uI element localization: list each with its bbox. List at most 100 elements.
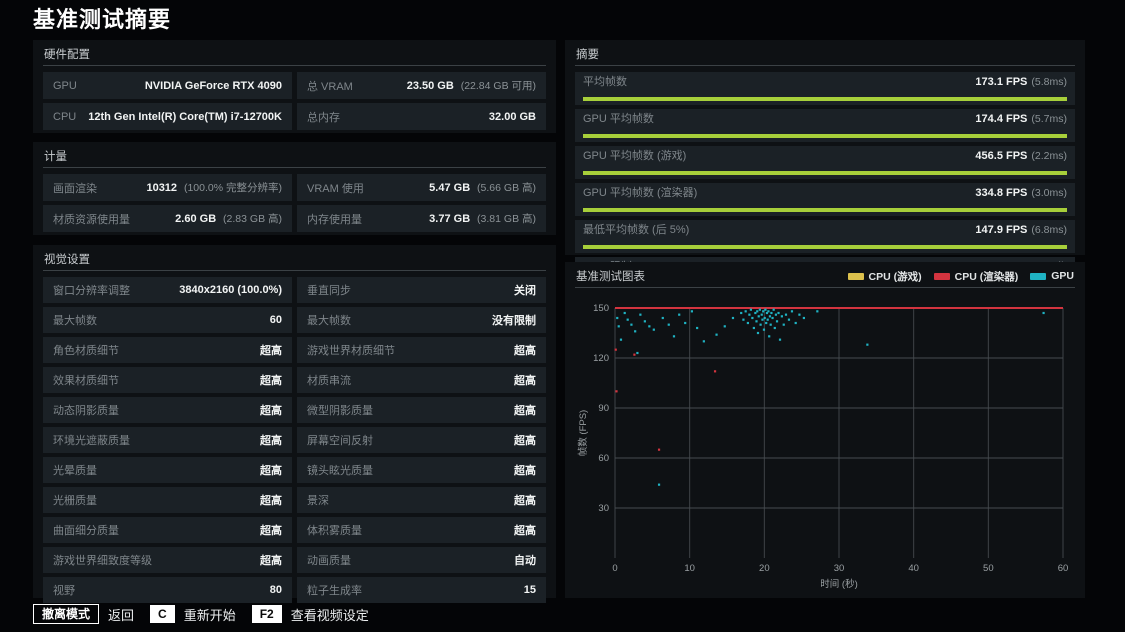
- metrics-cells: 画面渲染 10312 (100.0% 完整分辨率) VRAM 使用 5.47 GB (…: [33, 168, 556, 238]
- data-point: [773, 326, 776, 330]
- setting-label: 微型阴影质量: [307, 405, 373, 417]
- metric-value: 10312 (100.0% 完整分辨率): [146, 182, 282, 194]
- hardware-cell: 总 VRAM 23.50 GB (22.84 GB 可用): [297, 72, 546, 99]
- setting-label: 动态阴影质量: [53, 405, 119, 417]
- metric-value: 3.77 GB (3.81 GB 高): [429, 213, 536, 225]
- data-point: [648, 325, 651, 328]
- x-tick-label: 40: [908, 563, 919, 574]
- y-tick-label: 90: [598, 403, 609, 414]
- setting-cell: 材质串流 超高: [297, 367, 546, 393]
- summary-bar-fill: [583, 245, 1067, 249]
- summary-row-note: (2.2ms): [1031, 150, 1067, 162]
- setting-cell: 环境光遮蔽质量 超高: [43, 427, 292, 453]
- y-axis-label: 帧数 (FPS): [577, 410, 589, 456]
- setting-cell: 游戏世界细致度等级 超高: [43, 547, 292, 573]
- summary-row-value: 456.5 FPS: [975, 150, 1028, 162]
- data-point: [630, 323, 633, 326]
- setting-cell: 曲面细分质量 超高: [43, 517, 292, 543]
- data-point: [772, 308, 775, 311]
- footer-action[interactable]: C 重新开始: [150, 605, 236, 624]
- data-point: [634, 330, 637, 333]
- chart-panel-title: 基准测试图表: [576, 271, 645, 283]
- setting-value: 超高: [514, 375, 536, 387]
- footer-action[interactable]: F2 查看视频设定: [251, 605, 369, 624]
- metric-value-note: (2.83 GB 高): [220, 213, 282, 225]
- data-point: [780, 315, 783, 318]
- setting-value: 超高: [260, 465, 282, 477]
- hardware-value: NVIDIA GeForce RTX 4090: [144, 79, 282, 92]
- setting-value: 超高: [514, 345, 536, 357]
- summary-row-note: (3.0ms): [1031, 187, 1067, 199]
- metrics-panel-title: 计量: [44, 151, 67, 163]
- summary-row-label-group: 平均帧数: [583, 75, 627, 90]
- metric-label: VRAM 使用: [307, 182, 364, 195]
- setting-value: 超高: [260, 495, 282, 507]
- setting-value: 超高: [260, 405, 282, 417]
- summary-row: GPU 平均帧数 (渲染器) 334.8 FPS (3.0ms): [575, 183, 1075, 216]
- keycap: C: [150, 605, 175, 623]
- setting-cell: 景深 超高: [297, 487, 546, 513]
- data-point: [767, 310, 770, 313]
- metric-cell: VRAM 使用 5.47 GB (5.66 GB 高): [297, 174, 546, 201]
- data-point: [619, 338, 623, 341]
- data-point: [762, 310, 765, 313]
- setting-value: 60: [269, 314, 282, 326]
- setting-cell: 动画质量 自动: [297, 547, 546, 573]
- footer-action[interactable]: 撤离模式 返回: [33, 604, 134, 624]
- data-point: [782, 323, 785, 326]
- data-point: [633, 353, 636, 356]
- data-point: [749, 308, 752, 311]
- data-point: [1042, 311, 1045, 315]
- setting-cell: 垂直同步 关闭: [297, 277, 546, 303]
- metrics-panel: 计量 画面渲染 10312 (100.0% 完整分辨率) VRAM 使用 5.47 G…: [33, 142, 556, 235]
- data-point: [690, 310, 694, 313]
- y-tick-label: 30: [598, 503, 609, 514]
- keycap: F2: [251, 605, 282, 623]
- summary-row-top: 最低平均帧数 (后 5%) 147.9 FPS (6.8ms): [583, 223, 1067, 238]
- legend-item: GPU: [1030, 270, 1074, 282]
- setting-cell: 动态阴影质量 超高: [43, 397, 292, 423]
- hardware-value-note: (22.84 GB 可用): [457, 80, 536, 92]
- data-point: [615, 390, 618, 393]
- metric-cell: 内存使用量 3.77 GB (3.81 GB 高): [297, 205, 546, 232]
- legend-label: GPU: [1051, 270, 1074, 282]
- footer-action-label: 重新开始: [183, 607, 236, 623]
- setting-label: 曲面细分质量: [53, 525, 119, 537]
- chart-legend: CPU (游戏) CPU (渲染器) GPU: [847, 269, 1074, 284]
- setting-cell: 微型阴影质量 超高: [297, 397, 546, 423]
- summary-row-note: (6.8ms): [1031, 224, 1067, 236]
- setting-label: 粒子生成率: [307, 585, 362, 597]
- y-tick-label: 150: [593, 303, 609, 314]
- data-point: [746, 321, 750, 325]
- footer-key-hints: 撤离模式 返回 C 重新开始 F2 查看视频设定: [33, 604, 369, 624]
- setting-label: 最大帧数: [53, 315, 97, 327]
- y-tick-label: 60: [598, 453, 609, 464]
- summary-bar-fill: [583, 97, 1067, 101]
- setting-label: 动画质量: [307, 555, 351, 567]
- data-point: [769, 323, 772, 326]
- hardware-cell: GPU NVIDIA GeForce RTX 4090: [43, 72, 292, 99]
- data-point: [761, 318, 764, 321]
- data-point: [678, 313, 681, 316]
- setting-label: 游戏世界细致度等级: [53, 555, 152, 567]
- setting-label: 效果材质细节: [53, 375, 119, 387]
- legend-swatch: [847, 272, 864, 280]
- data-point: [657, 448, 661, 451]
- setting-label: 垂直同步: [307, 285, 351, 297]
- setting-cell: 角色材质细节 超高: [43, 337, 292, 363]
- summary-row-top: 平均帧数 173.1 FPS (5.8ms): [583, 75, 1067, 90]
- setting-value: 3840x2160 (100.0%): [179, 284, 282, 296]
- data-point: [667, 323, 670, 326]
- data-point: [798, 313, 801, 316]
- summary-row-label: 平均帧数: [583, 76, 627, 88]
- setting-value: 超高: [514, 465, 536, 477]
- data-point: [731, 316, 735, 320]
- setting-label: 光栅质量: [53, 495, 97, 507]
- data-point: [614, 348, 617, 351]
- data-point: [787, 318, 791, 321]
- setting-label: 景深: [307, 495, 329, 507]
- x-tick-label: 60: [1058, 563, 1069, 574]
- chart-panel: 基准测试图表 CPU (游戏) CPU (渲染器) GPU 0 10 20 30 40 50 6…: [565, 262, 1085, 598]
- x-tick-label: 10: [684, 563, 695, 574]
- data-point: [816, 310, 819, 313]
